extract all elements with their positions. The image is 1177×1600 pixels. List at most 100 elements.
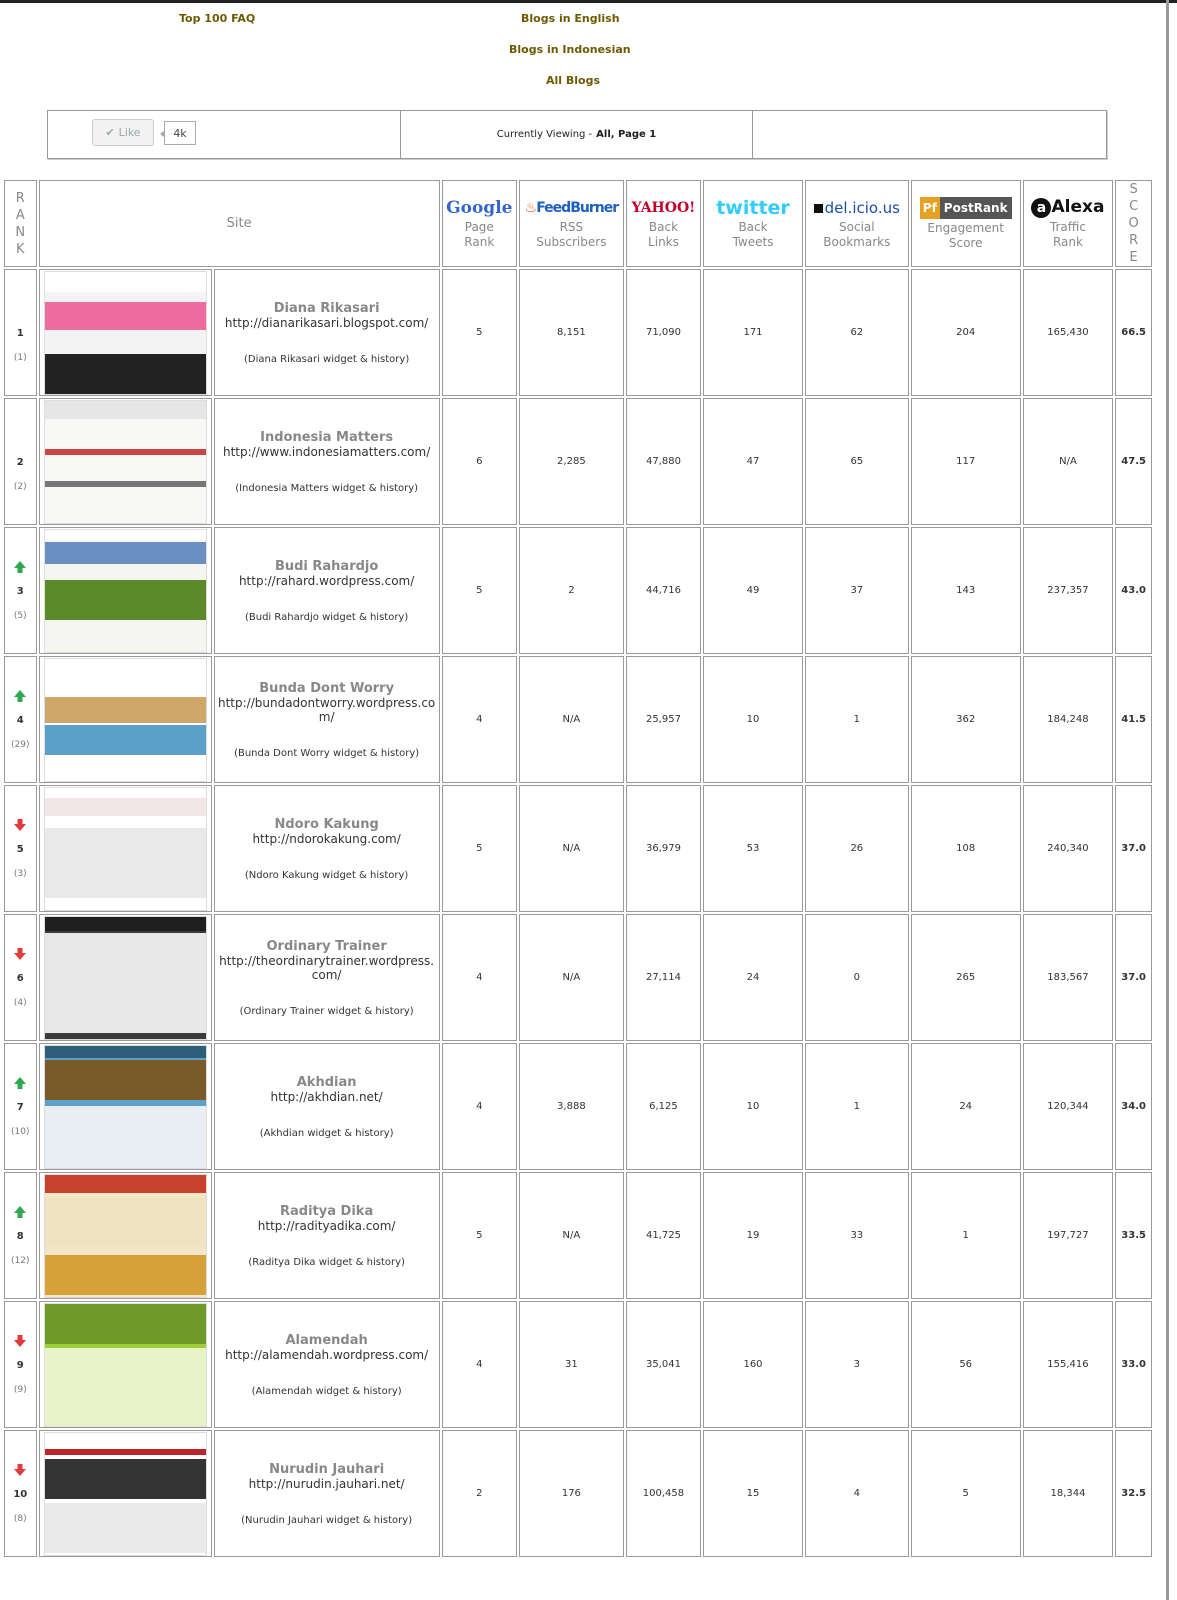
bookmarks-cell: 33 [804, 1172, 909, 1299]
thumbnail-cell[interactable] [38, 527, 212, 654]
arrow-down-icon [13, 818, 27, 832]
traffic-cell: 237,357 [1022, 527, 1114, 654]
thumbnail-cell[interactable] [38, 269, 212, 396]
site-name-link[interactable]: Alamendah [215, 1333, 439, 1348]
site-thumbnail[interactable] [43, 786, 207, 911]
feedburner-logo-icon: ♨FeedBurner [524, 199, 619, 216]
site-name-link[interactable]: Ndoro Kakung [215, 817, 439, 832]
site-url-link[interactable]: http://rahard.wordpress.com/ [215, 574, 439, 588]
rss-cell: N/A [518, 914, 624, 1041]
rank-letter: N [15, 224, 26, 240]
site-name-link[interactable]: Indonesia Matters [215, 430, 439, 445]
widget-history-link[interactable]: (Ndoro Kakung widget & history) [215, 870, 439, 881]
site-name-link[interactable]: Budi Rahardjo [215, 559, 439, 574]
widget-history-link[interactable]: (Akhdian widget & history) [215, 1128, 439, 1139]
thumbnail-cell[interactable] [38, 1430, 212, 1557]
yahoo-header[interactable]: YAHOO! Back Links [625, 180, 702, 267]
widget-history-link[interactable]: (Diana Rikasari widget & history) [215, 354, 439, 365]
ranking-table: RANK Site Google Page Rank ♨FeedBurner R… [2, 178, 1154, 1559]
yahoo-logo-icon: YAHOO! [631, 199, 696, 216]
site-name-link[interactable]: Ordinary Trainer [215, 939, 439, 954]
site-thumbnail[interactable] [43, 528, 207, 653]
thumbnail-cell[interactable] [38, 398, 212, 525]
site-url-link[interactable]: http://bundadontworry.wordpress.com/ [215, 696, 439, 724]
site-thumbnail[interactable] [43, 1044, 207, 1169]
site-name-link[interactable]: Akhdian [215, 1075, 439, 1090]
site-thumbnail[interactable] [43, 1302, 207, 1427]
top-border [0, 0, 1177, 3]
google-header[interactable]: Google Page Rank [441, 180, 517, 267]
thumbnail-cell[interactable] [38, 914, 212, 1041]
feedburner-sub1: RSS [559, 219, 584, 234]
site-name-link[interactable]: Diana Rikasari [215, 301, 439, 316]
nav-link-english[interactable]: Blogs in English [521, 12, 620, 25]
alexa-header[interactable]: a Alexa Traffic Rank [1022, 180, 1114, 267]
site-thumbnail[interactable] [43, 270, 207, 395]
nav-link-all[interactable]: All Blogs [546, 74, 600, 87]
feedburner-header[interactable]: ♨FeedBurner RSS Subscribers [518, 180, 624, 267]
rss-cell: 176 [518, 1430, 624, 1557]
site-url-link[interactable]: http://radityadika.com/ [215, 1219, 439, 1233]
score-header[interactable]: SCORE [1115, 180, 1152, 267]
right-border [1166, 0, 1169, 1600]
nav-link-indonesian[interactable]: Blogs in Indonesian [509, 43, 631, 56]
tweets-cell: 24 [703, 914, 803, 1041]
widget-history-link[interactable]: (Alamendah widget & history) [215, 1386, 439, 1397]
viewing-value: All, Page 1 [596, 129, 657, 140]
widget-history-link[interactable]: (Budi Rahardjo widget & history) [215, 612, 439, 623]
site-url-link[interactable]: http://www.indonesiamatters.com/ [215, 445, 439, 459]
score-cell: 41.5 [1115, 656, 1152, 783]
widget-history-link[interactable]: (Indonesia Matters widget & history) [215, 483, 439, 494]
site-name-link[interactable]: Nurudin Jauhari [215, 1462, 439, 1477]
site-thumbnail[interactable] [43, 915, 207, 1040]
site-url-link[interactable]: http://theordinarytrainer.wordpress.com/ [215, 954, 439, 982]
twitter-header[interactable]: twitter Back Tweets [703, 180, 803, 267]
widget-history-link[interactable]: (Raditya Dika widget & history) [215, 1257, 439, 1268]
site-name-link[interactable]: Raditya Dika [215, 1204, 439, 1219]
previous-rank: (3) [13, 869, 27, 879]
engagement-cell: 362 [910, 656, 1021, 783]
rank-header[interactable]: RANK [4, 180, 37, 267]
site-url-link[interactable]: http://akhdian.net/ [215, 1090, 439, 1104]
delicious-header[interactable]: del.icio.us Social Bookmarks [804, 180, 909, 267]
twitter-logo-icon: twitter [716, 196, 790, 219]
thumbnail-cell[interactable] [38, 785, 212, 912]
site-header[interactable]: Site [38, 180, 440, 267]
widget-history-link[interactable]: (Nurudin Jauhari widget & history) [215, 1515, 439, 1526]
rank-number: 2 [16, 457, 24, 468]
widget-history-link[interactable]: (Ordinary Trainer widget & history) [215, 1006, 439, 1017]
like-cell: ✔ Like 4k [48, 111, 401, 158]
site-thumbnail[interactable] [43, 1173, 207, 1298]
score-cell: 43.0 [1115, 527, 1152, 654]
site-url-link[interactable]: http://alamendah.wordpress.com/ [215, 1348, 439, 1362]
widget-history-link[interactable]: (Bunda Dont Worry widget & history) [215, 748, 439, 759]
rank-number: 1 [16, 328, 24, 339]
thumbnail-cell[interactable] [38, 656, 212, 783]
like-button[interactable]: ✔ Like [92, 119, 154, 146]
table-row: 1 (1) Diana Rikasari http://dianarikasari.b… [4, 269, 1152, 396]
rank-cell: 6 (4) [4, 914, 37, 1041]
arrow-up-icon [13, 560, 27, 574]
thumbnail-cell[interactable] [38, 1043, 212, 1170]
bookmarks-cell: 62 [804, 269, 909, 396]
traffic-cell: 183,567 [1022, 914, 1114, 1041]
site-url-link[interactable]: http://nurudin.jauhari.net/ [215, 1477, 439, 1491]
delicious-logo-text: del.icio.us [824, 198, 900, 217]
traffic-cell: 197,727 [1022, 1172, 1114, 1299]
thumbnail-cell[interactable] [38, 1301, 212, 1428]
nav-link-faq[interactable]: Top 100 FAQ [179, 12, 255, 25]
postrank-sub2: Score [948, 235, 983, 250]
rss-cell: 8,151 [518, 269, 624, 396]
thumbnail-cell[interactable] [38, 1172, 212, 1299]
table-row: 5 (3) Ndoro Kakung http://ndorokakung.com/ (… [4, 785, 1152, 912]
engagement-cell: 204 [910, 269, 1021, 396]
site-name-link[interactable]: Bunda Dont Worry [215, 681, 439, 696]
site-url-link[interactable]: http://dianarikasari.blogspot.com/ [215, 316, 439, 330]
score-cell: 37.0 [1115, 785, 1152, 912]
rank-cell: 10 (8) [4, 1430, 37, 1557]
site-thumbnail[interactable] [43, 399, 207, 524]
site-thumbnail[interactable] [43, 1431, 207, 1556]
postrank-header[interactable]: Pf PostRank Engagement Score [910, 180, 1021, 267]
site-thumbnail[interactable] [43, 657, 207, 782]
site-url-link[interactable]: http://ndorokakung.com/ [215, 832, 439, 846]
